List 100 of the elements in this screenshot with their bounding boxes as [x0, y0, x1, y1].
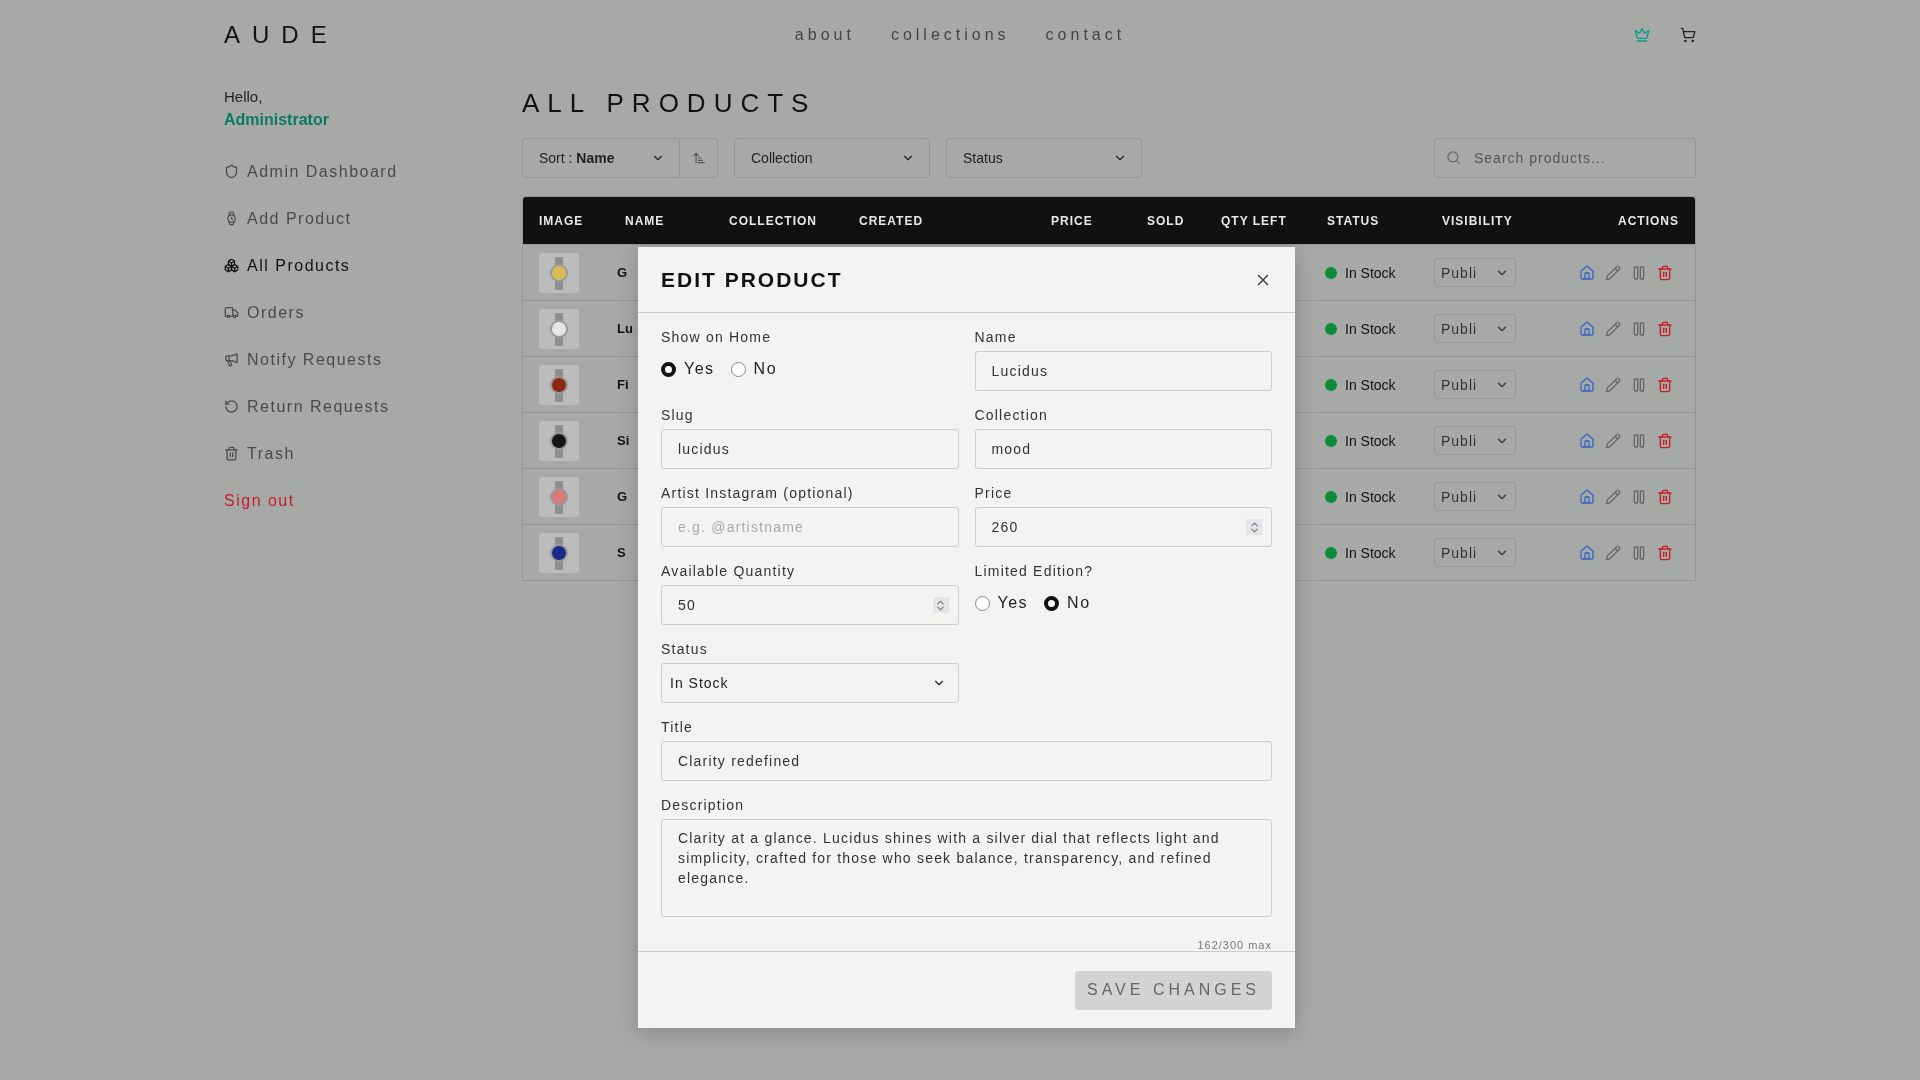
input-field[interactable]: 50	[661, 585, 959, 626]
delete-button[interactable]	[1657, 320, 1673, 337]
column-header: ACTIONS	[1617, 213, 1680, 228]
home-button[interactable]	[1579, 488, 1595, 505]
column-header: CREATED	[858, 213, 925, 228]
home-button[interactable]	[1579, 264, 1595, 281]
pause-button[interactable]	[1631, 264, 1647, 281]
delete-button[interactable]	[1657, 488, 1673, 505]
radio-option[interactable]: Yes	[661, 360, 715, 379]
crown-icon[interactable]	[1634, 27, 1650, 43]
input-field[interactable]: Clarity redefined	[661, 741, 1272, 782]
table-cell-text: Lu	[616, 321, 634, 336]
status-text: In Stock	[1345, 264, 1396, 281]
radio-option[interactable]: No	[730, 360, 778, 379]
visibility-select[interactable]: Publi	[1434, 426, 1516, 455]
radio-option[interactable]: Yes	[974, 594, 1029, 613]
visibility-select[interactable]: Publi	[1434, 538, 1516, 567]
pause-button[interactable]	[1631, 432, 1647, 449]
search-field[interactable]: Search products...	[1434, 138, 1696, 178]
field-label: Status	[661, 641, 709, 658]
delete-button[interactable]	[1657, 544, 1673, 561]
table-cell-text: Fi	[616, 377, 630, 392]
delete-button[interactable]	[1657, 264, 1673, 281]
nav-link[interactable]: contact	[1045, 26, 1126, 44]
table-cell-text: G	[616, 265, 629, 280]
radio-icon[interactable]	[974, 595, 990, 611]
watch-icon	[224, 211, 239, 226]
status-text: In Stock	[1345, 488, 1396, 505]
sidebar-item[interactable]: All Products	[224, 242, 474, 289]
nav-link[interactable]: collections	[890, 26, 1010, 44]
pause-button[interactable]	[1631, 544, 1647, 561]
table-cell-text: Si	[616, 433, 631, 448]
visibility-select[interactable]: Publi	[1434, 482, 1516, 511]
column-header: QTY LEFT	[1220, 213, 1288, 228]
status-select[interactable]: In Stock	[661, 663, 959, 704]
field-label: Collection	[974, 407, 1049, 424]
input-field[interactable]: lucidus	[661, 429, 959, 470]
boxes-icon	[224, 258, 239, 273]
home-button[interactable]	[1579, 376, 1595, 393]
edit-button[interactable]	[1605, 264, 1621, 281]
collection-select[interactable]: Collection	[734, 138, 930, 178]
visibility-select[interactable]: Publi	[1434, 370, 1516, 399]
radio-icon[interactable]	[730, 361, 746, 377]
input-field[interactable]: 260	[974, 507, 1272, 548]
nav-link[interactable]: about	[794, 26, 855, 44]
cart-icon[interactable]	[1680, 27, 1696, 43]
column-header: COLLECTION	[728, 213, 818, 228]
radio-icon[interactable]	[661, 361, 676, 377]
visibility-select[interactable]: Publi	[1434, 258, 1516, 287]
edit-button[interactable]	[1605, 376, 1621, 393]
sidebar-item[interactable]: Orders	[224, 289, 474, 336]
status-select[interactable]: Status	[946, 138, 1142, 178]
trash-icon	[224, 446, 239, 461]
status-text: In Stock	[1345, 376, 1396, 393]
delete-button[interactable]	[1657, 376, 1673, 393]
column-header: STATUS	[1326, 213, 1381, 228]
user-name: Administrator	[224, 111, 474, 136]
radio-icon[interactable]	[1044, 595, 1060, 611]
search-icon	[1446, 150, 1461, 165]
column-header: VISIBILITY	[1441, 213, 1514, 228]
logo[interactable]: AUDE	[224, 21, 424, 49]
pause-button[interactable]	[1631, 320, 1647, 337]
home-button[interactable]	[1579, 544, 1595, 561]
stepper-icon[interactable]	[1246, 519, 1262, 536]
edit-button[interactable]	[1605, 544, 1621, 561]
dialog-title: EDIT PRODUCT	[661, 267, 843, 292]
edit-button[interactable]	[1605, 432, 1621, 449]
field-label: Show on Home	[661, 329, 773, 346]
home-button[interactable]	[1579, 320, 1595, 337]
pause-button[interactable]	[1631, 488, 1647, 505]
status-text: In Stock	[1345, 320, 1396, 337]
column-header: NAME	[624, 213, 666, 228]
table-cell-text: S	[616, 545, 627, 560]
visibility-select[interactable]: Publi	[1434, 314, 1516, 343]
description-field[interactable]: Clarity at a glance. Lucidus shines with a silver dial that reflects light and simplicity, crafted for those who seek balance, transparency, and refined elegance.	[661, 819, 1272, 918]
megaphone-icon	[224, 352, 239, 367]
home-button[interactable]	[1579, 432, 1595, 449]
sidebar-item[interactable]: Trash	[224, 430, 474, 477]
input-field[interactable]: e.g. @artistname	[661, 507, 959, 548]
save-button[interactable]: SAVE CHANGES	[1075, 970, 1272, 1010]
sidebar-item[interactable]: Add Product	[224, 195, 474, 242]
sidebar-item[interactable]: Notify Requests	[224, 336, 474, 383]
radio-option[interactable]: No	[1044, 594, 1091, 613]
input-field[interactable]: Lucidus	[974, 351, 1272, 392]
table-cell-text: G	[616, 489, 629, 504]
edit-button[interactable]	[1605, 488, 1621, 505]
field-label: Name	[974, 329, 1018, 346]
column-header: SOLD	[1146, 213, 1186, 228]
field-label: Description	[661, 797, 746, 814]
field-label: Title	[661, 719, 694, 736]
input-field[interactable]: mood	[974, 429, 1272, 470]
pause-button[interactable]	[1631, 376, 1647, 393]
field-label: Available Quantity	[661, 563, 797, 580]
delete-button[interactable]	[1657, 432, 1673, 449]
status-text: In Stock	[1345, 544, 1396, 561]
sidebar-item[interactable]: Admin Dashboard	[224, 148, 474, 195]
sidebar-item[interactable]: Return Requests	[224, 383, 474, 430]
page-title: ALL PRODUCTS	[522, 88, 818, 120]
edit-button[interactable]	[1605, 320, 1621, 337]
column-header: PRICE	[1050, 213, 1094, 228]
